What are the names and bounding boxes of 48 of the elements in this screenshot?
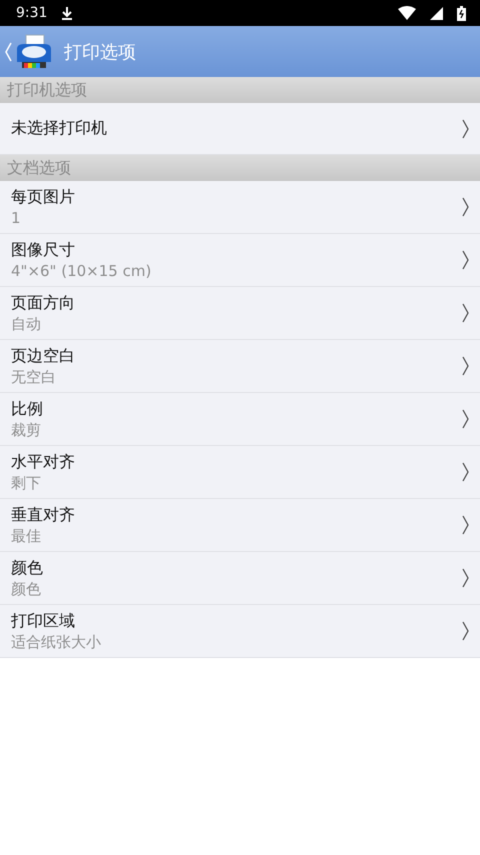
option-value: 适合纸张大小 xyxy=(11,632,102,652)
chevron-right-icon xyxy=(462,568,470,588)
option-label: 页面方向 xyxy=(11,292,76,314)
chevron-right-icon xyxy=(462,356,470,376)
option-label: 未选择打印机 xyxy=(11,118,108,139)
option-label: 垂直对齐 xyxy=(11,504,76,526)
section-title: 打印机选项 xyxy=(7,80,87,100)
option-value: 无空白 xyxy=(11,368,57,386)
option-label: 每页图片 xyxy=(11,187,76,208)
option-label: 图像尺寸 xyxy=(11,240,76,261)
section-title: 文档选项 xyxy=(7,158,71,178)
option-row[interactable]: 每页图片 1 xyxy=(0,181,480,234)
option-label: 页边空白 xyxy=(11,346,76,366)
option-row[interactable]: 图像尺寸 4"×6" (10×15 cm) xyxy=(0,234,480,287)
chevron-right-icon xyxy=(462,462,470,482)
option-label: 打印区域 xyxy=(11,610,76,632)
signal-icon xyxy=(430,6,443,20)
option-value: 颜色 xyxy=(11,580,42,598)
battery-icon xyxy=(457,6,466,20)
option-value: 最佳 xyxy=(11,526,42,546)
chevron-right-icon xyxy=(462,250,470,270)
page-title: 打印选项 xyxy=(64,40,136,64)
chevron-right-icon xyxy=(462,515,470,535)
option-label: 颜色 xyxy=(11,558,44,578)
option-label: 水平对齐 xyxy=(11,452,76,472)
option-row[interactable]: 页边空白 无空白 xyxy=(0,340,480,393)
option-value: 自动 xyxy=(11,314,42,334)
option-value: 裁剪 xyxy=(11,420,42,440)
wifi-icon xyxy=(398,6,416,20)
option-value: 4"×6" (10×15 cm) xyxy=(11,262,152,280)
download-icon xyxy=(61,6,74,20)
chevron-right-icon xyxy=(462,409,470,429)
option-value: 1 xyxy=(11,209,22,227)
option-row[interactable]: 页面方向 自动 xyxy=(0,287,480,340)
option-label: 比例 xyxy=(11,398,44,420)
option-row[interactable]: 垂直对齐 最佳 xyxy=(0,499,480,552)
option-row[interactable]: 水平对齐 剩下 xyxy=(0,446,480,499)
chevron-right-icon xyxy=(462,197,470,217)
option-row[interactable]: 打印区域 适合纸张大小 xyxy=(0,605,480,658)
option-row[interactable]: 未选择打印机 xyxy=(0,103,480,155)
status-time: 9:31 xyxy=(16,5,48,21)
option-row[interactable]: 颜色 颜色 xyxy=(0,552,480,605)
chevron-right-icon xyxy=(462,118,470,138)
chevron-right-icon xyxy=(462,303,470,323)
back-icon[interactable] xyxy=(4,42,12,62)
option-row[interactable]: 比例 裁剪 xyxy=(0,393,480,446)
chevron-right-icon xyxy=(462,621,470,641)
option-value: 剩下 xyxy=(11,474,42,492)
